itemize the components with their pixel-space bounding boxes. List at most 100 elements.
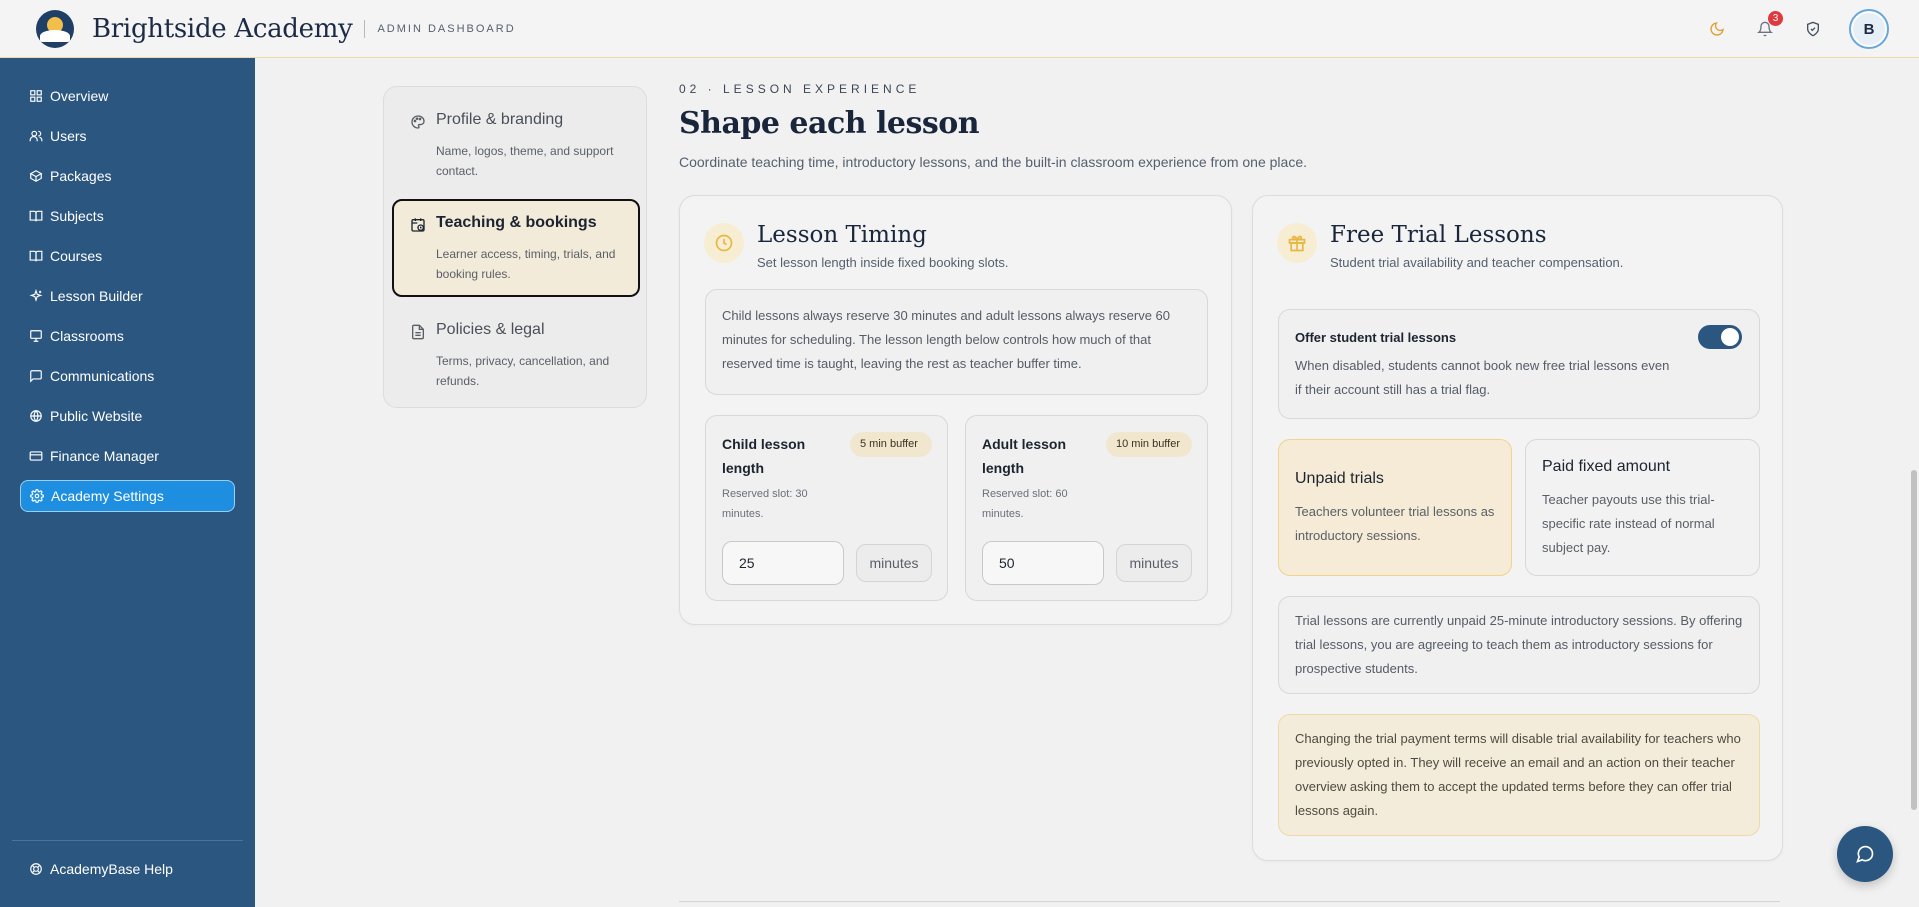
info-text: Child lessons always reserve 30 minutes … xyxy=(722,308,1170,371)
settings-item-teaching-bookings[interactable]: Teaching & bookings Learner access, timi… xyxy=(392,199,640,297)
sidebar-item-overview[interactable]: Overview xyxy=(20,80,235,112)
users-icon xyxy=(28,128,44,144)
child-unit-label: minutes xyxy=(856,544,932,582)
top-header: Brightside Academy ADMIN DASHBOARD 3 B xyxy=(0,0,1919,58)
content-divider xyxy=(679,901,1780,902)
trial-warning-box: Changing the trial payment terms will di… xyxy=(1278,714,1760,836)
paid-fixed-title: Paid fixed amount xyxy=(1542,458,1671,475)
lesson-timing-title: Lesson Timing xyxy=(757,222,927,248)
offer-trial-box: Offer student trial lessons When disable… xyxy=(1278,309,1760,419)
free-trial-panel: Free Trial Lessons Student trial availab… xyxy=(1252,195,1783,861)
unpaid-trials-desc: Teachers volunteer trial lessons as intr… xyxy=(1295,504,1495,543)
sidebar-item-subjects[interactable]: Subjects xyxy=(20,200,235,232)
calendar-clock-icon xyxy=(410,217,426,233)
offer-trial-desc: When disabled, students cannot book new … xyxy=(1295,358,1670,397)
notification-badge: 3 xyxy=(1768,11,1783,26)
settings-item-title: Teaching & bookings xyxy=(436,214,597,231)
paid-fixed-desc: Teacher payouts use this trial-specific … xyxy=(1542,492,1715,555)
sidebar-item-lesson-builder[interactable]: Lesson Builder xyxy=(20,280,235,312)
sidebar-item-communications[interactable]: Communications xyxy=(20,360,235,392)
chat-button[interactable] xyxy=(1837,826,1893,882)
unpaid-trials-title: Unpaid trials xyxy=(1295,470,1384,487)
sidebar-help-label: AcademyBase Help xyxy=(50,861,173,877)
paid-fixed-option[interactable]: Paid fixed amount Teacher payouts use th… xyxy=(1525,439,1760,576)
page-scrollbar[interactable] xyxy=(1911,470,1917,810)
card-icon xyxy=(28,448,44,464)
sidebar-item-label: Packages xyxy=(50,168,112,184)
sidebar-item-packages[interactable]: Packages xyxy=(20,160,235,192)
settings-item-title: Policies & legal xyxy=(436,321,545,338)
clock-icon xyxy=(704,223,744,263)
sidebar-item-label: Users xyxy=(50,128,87,144)
brand-title: Brightside Academy xyxy=(92,13,353,44)
child-lesson-card: Child lesson length 5 min buffer Reserve… xyxy=(705,415,948,601)
presentation-icon xyxy=(28,328,44,344)
settings-item-desc: Name, logos, theme, and support contact. xyxy=(436,144,614,178)
sidebar-item-academy-settings[interactable]: Academy Settings xyxy=(20,480,235,512)
sidebar-item-label: Communications xyxy=(50,368,155,384)
shield-icon[interactable] xyxy=(1801,17,1825,41)
adult-reserved-slot: Reserved slot: 60 minutes. xyxy=(982,488,1068,520)
adult-lesson-card: Adult lesson length 10 min buffer Reserv… xyxy=(965,415,1208,601)
child-reserved-slot: Reserved slot: 30 minutes. xyxy=(722,488,808,520)
sidebar-item-label: Classrooms xyxy=(50,328,124,344)
sidebar: Overview Users Packages Subjects Courses… xyxy=(0,58,255,907)
trial-status-text: Trial lessons are currently unpaid 25-mi… xyxy=(1295,613,1743,676)
palette-icon xyxy=(410,114,426,130)
child-lesson-title: Child lesson length xyxy=(722,436,806,476)
sidebar-help-link[interactable]: AcademyBase Help xyxy=(20,853,235,885)
academy-logo xyxy=(36,9,74,48)
sparkle-icon xyxy=(28,288,44,304)
globe-icon xyxy=(28,408,44,424)
box-icon xyxy=(28,168,44,184)
sidebar-item-classrooms[interactable]: Classrooms xyxy=(20,320,235,352)
page-lead: Coordinate teaching time, introductory l… xyxy=(679,154,1307,170)
trial-status-info: Trial lessons are currently unpaid 25-mi… xyxy=(1278,596,1760,694)
sidebar-item-label: Subjects xyxy=(50,208,104,224)
brand[interactable]: Brightside Academy ADMIN DASHBOARD xyxy=(36,9,516,48)
free-trial-subtitle: Student trial availability and teacher c… xyxy=(1330,255,1624,270)
lifebuoy-icon xyxy=(28,861,44,877)
adult-buffer-badge: 10 min buffer xyxy=(1106,432,1192,457)
settings-item-policies-legal[interactable]: Policies & legal Terms, privacy, cancell… xyxy=(392,305,640,401)
child-length-input[interactable]: 25 xyxy=(722,541,844,585)
gift-icon xyxy=(1277,223,1317,263)
lesson-timing-info: Child lessons always reserve 30 minutes … xyxy=(705,289,1208,395)
grid-icon xyxy=(28,88,44,104)
sidebar-item-courses[interactable]: Courses xyxy=(20,240,235,272)
unpaid-trials-option[interactable]: Unpaid trials Teachers volunteer trial l… xyxy=(1278,439,1512,576)
sidebar-item-label: Finance Manager xyxy=(50,448,159,464)
offer-trial-toggle[interactable] xyxy=(1698,325,1742,349)
message-icon xyxy=(28,368,44,384)
adult-unit-label: minutes xyxy=(1116,544,1192,582)
sidebar-item-label: Overview xyxy=(50,88,109,104)
sidebar-item-label: Academy Settings xyxy=(51,488,164,504)
trial-warning-text: Changing the trial payment terms will di… xyxy=(1295,731,1741,818)
lesson-timing-panel: Lesson Timing Set lesson length inside f… xyxy=(679,195,1232,625)
settings-item-desc: Learner access, timing, trials, and book… xyxy=(436,247,616,281)
adult-lesson-title: Adult lesson length xyxy=(982,436,1067,476)
bell-icon[interactable]: 3 xyxy=(1753,11,1783,41)
settings-item-desc: Terms, privacy, cancellation, and refund… xyxy=(436,354,610,388)
adult-length-input[interactable]: 50 xyxy=(982,541,1104,585)
offer-trial-title: Offer student trial lessons xyxy=(1295,330,1457,345)
document-icon xyxy=(410,324,426,340)
page-title: Shape each lesson xyxy=(679,106,980,141)
sidebar-item-users[interactable]: Users xyxy=(20,120,235,152)
sidebar-item-finance-manager[interactable]: Finance Manager xyxy=(20,440,235,472)
chat-bubble-icon xyxy=(1856,845,1874,863)
child-buffer-badge: 5 min buffer xyxy=(850,432,932,457)
brand-subtitle: ADMIN DASHBOARD xyxy=(377,22,516,35)
free-trial-title: Free Trial Lessons xyxy=(1330,222,1547,248)
sidebar-item-label: Courses xyxy=(50,248,103,264)
open-book-icon xyxy=(28,248,44,264)
lesson-timing-subtitle: Set lesson length inside fixed booking s… xyxy=(757,255,1009,270)
sidebar-item-label: Public Website xyxy=(50,408,143,424)
settings-item-title: Profile & branding xyxy=(436,111,564,128)
settings-item-profile-branding[interactable]: Profile & branding Name, logos, theme, a… xyxy=(392,95,640,191)
sidebar-item-public-website[interactable]: Public Website xyxy=(20,400,235,432)
avatar[interactable]: B xyxy=(1849,9,1889,49)
brand-separator xyxy=(364,19,366,38)
sidebar-item-label: Lesson Builder xyxy=(50,288,143,304)
moon-icon[interactable] xyxy=(1705,17,1729,41)
